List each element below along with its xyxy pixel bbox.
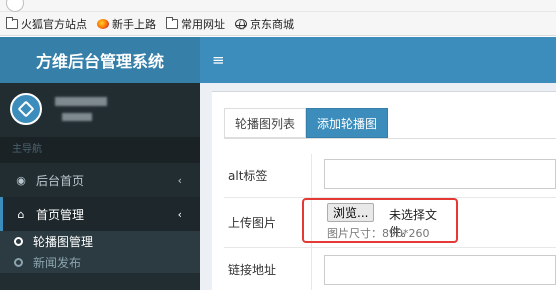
folder-icon — [166, 16, 178, 29]
browser-button[interactable] — [6, 0, 24, 12]
menu-toggle-icon[interactable]: ≡ — [212, 51, 225, 69]
nav-header: 主导航 — [0, 137, 200, 163]
form-row-link: 链接地址 — [224, 248, 556, 290]
bookmark-label: 京东商城 — [250, 17, 294, 31]
link-input[interactable] — [324, 255, 556, 285]
firefox-icon — [97, 18, 109, 29]
sidebar-subitem-news[interactable]: 新闻发布 — [0, 252, 200, 273]
circle-icon — [14, 237, 23, 246]
circle-icon — [14, 258, 23, 267]
tab-divider — [224, 138, 556, 139]
sidebar-subitem-label: 轮播图管理 — [33, 235, 94, 249]
sidebar-item-dashboard[interactable]: ◉ 后台首页 ‹ — [0, 163, 200, 197]
avatar[interactable] — [10, 93, 42, 125]
avatar-logo-icon — [17, 100, 35, 118]
bookmarks-bar: 火狐官方站点 新手上路 常用网址 京东商城 — [0, 12, 556, 36]
sidebar-item-home-management[interactable]: ⌂ 首页管理 ‹ — [0, 197, 200, 231]
bookmark-item[interactable]: 火狐官方站点 — [6, 16, 87, 32]
content-box: 轮播图列表 添加轮播图 alt标签 上传图片 浏览... 未选择文件。 图片尺寸… — [212, 91, 556, 290]
browse-button[interactable]: 浏览... — [327, 203, 375, 222]
bookmark-label: 火狐官方站点 — [21, 17, 87, 31]
chevron-left-icon: ‹ — [177, 173, 182, 187]
bookmark-label: 新手上路 — [112, 17, 156, 31]
tab-carousel-list[interactable]: 轮播图列表 — [224, 108, 307, 138]
user-panel — [0, 83, 200, 137]
tab-add-carousel[interactable]: 添加轮播图 — [306, 108, 389, 138]
link-label: 链接地址 — [224, 248, 312, 290]
upload-highlight-box: 浏览... 未选择文件。 图片尺寸：890*260 — [302, 198, 458, 243]
app-logo[interactable]: 方维后台管理系统 — [0, 37, 200, 83]
main-content: 轮播图列表 添加轮播图 alt标签 上传图片 浏览... 未选择文件。 图片尺寸… — [200, 83, 556, 290]
dashboard-icon: ◉ — [16, 173, 26, 187]
chevron-left-icon: ‹ — [177, 207, 182, 221]
upload-label: 上传图片 — [224, 198, 312, 247]
tab-bar: 轮播图列表 添加轮播图 — [224, 108, 389, 138]
app-header: 方维后台管理系统 ≡ — [0, 37, 556, 83]
form-row-alt: alt标签 — [224, 154, 556, 198]
bookmark-item[interactable]: 京东商城 — [235, 16, 294, 32]
bookmark-label: 常用网址 — [181, 17, 225, 31]
image-size-hint: 图片尺寸：890*260 — [327, 227, 430, 240]
app-title: 方维后台管理系统 — [35, 52, 164, 71]
sidebar-item-label: 首页管理 — [36, 207, 85, 222]
globe-icon — [235, 18, 247, 30]
sidebar: 主导航 ◉ 后台首页 ‹ ⌂ 首页管理 ‹ 轮播图管理 新闻发布 — [0, 83, 200, 290]
form-row-upload: 上传图片 浏览... 未选择文件。 图片尺寸：890*260 — [224, 198, 556, 248]
home-icon: ⌂ — [17, 207, 25, 221]
alt-input[interactable] — [324, 159, 556, 189]
top-navbar: ≡ — [200, 37, 556, 83]
bookmark-item[interactable]: 新手上路 — [97, 16, 156, 32]
user-name-redacted — [55, 97, 107, 106]
sidebar-item-label: 后台首页 — [36, 173, 85, 188]
alt-label: alt标签 — [224, 154, 312, 197]
user-status-redacted — [62, 113, 92, 121]
sidebar-subitem-carousel[interactable]: 轮播图管理 — [0, 231, 200, 252]
folder-icon — [6, 16, 18, 29]
bookmark-item[interactable]: 常用网址 — [166, 16, 225, 32]
sidebar-subitem-label: 新闻发布 — [33, 256, 82, 270]
browser-toolbar — [0, 0, 556, 12]
